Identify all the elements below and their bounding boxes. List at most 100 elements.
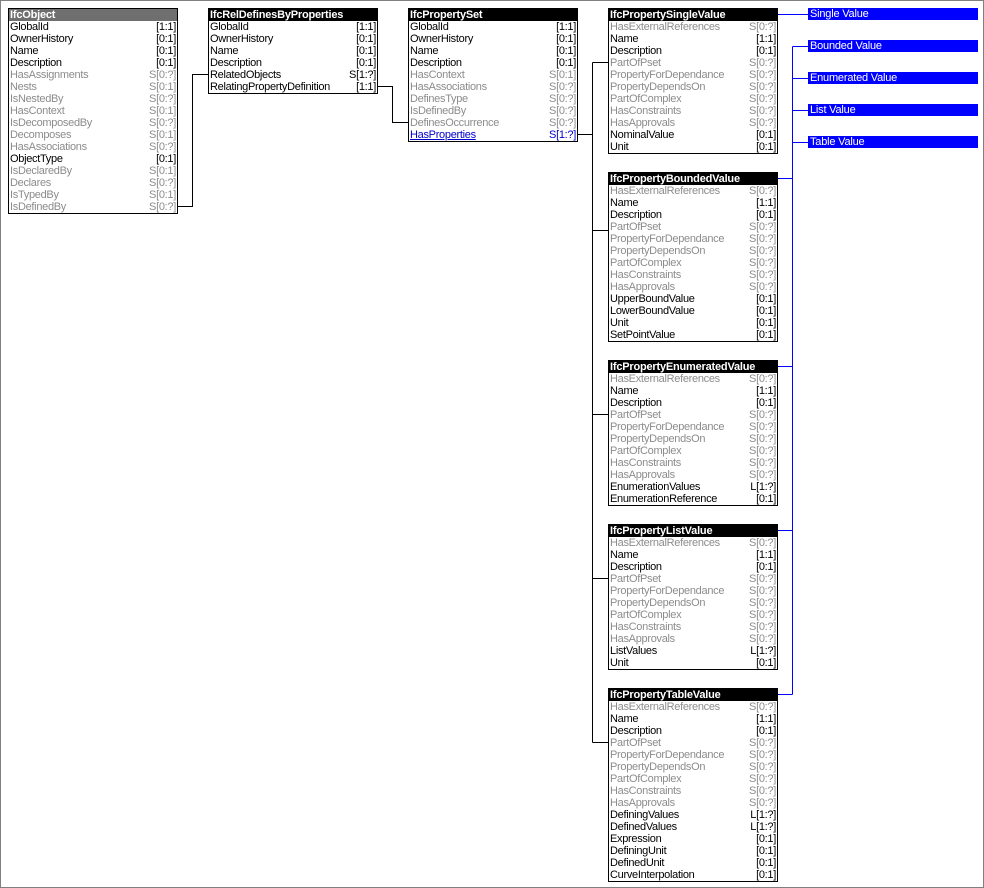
label-table-value[interactable]: Table Value [808, 136, 978, 148]
attribute-row: DefiningUnit [0:1] [609, 845, 777, 857]
attribute-cardinality: [0:1] [156, 33, 176, 45]
attribute-name: Unit [610, 317, 629, 329]
label-single-value[interactable]: Single Value [808, 8, 978, 20]
attribute-name: DefiningUnit [610, 845, 667, 857]
entity-title[interactable]: IfcPropertyListValue [609, 525, 777, 537]
attribute-row: PropertyDependsOn S[0:?] [609, 81, 777, 93]
entity-title[interactable]: IfcPropertyBoundedValue [609, 173, 777, 185]
label-enumerated-value[interactable]: Enumerated Value [808, 72, 978, 84]
attribute-name: PartOfComplex [610, 445, 682, 457]
attribute-row: PropertyDependsOn S[0:?] [609, 433, 777, 445]
attribute-row: Name [1:1] [609, 713, 777, 725]
attribute-cardinality: S[0:?] [749, 433, 776, 445]
attribute-row: OwnerHistory [0:1] [9, 33, 177, 45]
attribute-name: PartOfPset [610, 737, 661, 749]
attribute-row: DefinedUnit [0:1] [609, 857, 777, 869]
attribute-row: PartOfComplex S[0:?] [609, 93, 777, 105]
attribute-cardinality: L[1:?] [750, 645, 776, 657]
entity-title[interactable]: IfcPropertySet [409, 9, 577, 21]
attribute-row: Description [0:1] [409, 57, 577, 69]
attribute-row: PartOfComplex S[0:?] [609, 609, 777, 621]
entity-ifcpropertyset: IfcPropertySet GlobalId [1:1] OwnerHistory [… [408, 8, 578, 142]
attribute-name: IsDecomposedBy [10, 117, 93, 129]
attribute-row: EnumerationValues L[1:?] [609, 481, 777, 493]
attribute-row: LowerBoundValue [0:1] [609, 305, 777, 317]
attribute-cardinality: [0:1] [156, 57, 176, 69]
attribute-cardinality: S[0:?] [749, 81, 776, 93]
attribute-cardinality: S[0:?] [749, 373, 776, 385]
attribute-cardinality: S[0:?] [749, 69, 776, 81]
attribute-name: RelatedObjects [210, 69, 282, 81]
attribute-name: DefinedUnit [610, 857, 665, 869]
attribute-cardinality: S[0:?] [749, 737, 776, 749]
attribute-cardinality: L[1:?] [750, 821, 776, 833]
entity-title[interactable]: IfcObject [9, 9, 177, 21]
label-list-value[interactable]: List Value [808, 104, 978, 116]
entity-title[interactable]: IfcPropertyEnumeratedValue [609, 361, 777, 373]
attribute-cardinality: S[0:?] [149, 141, 176, 153]
attribute-cardinality: S[0:1] [149, 165, 176, 177]
attribute-cardinality: [0:1] [556, 57, 576, 69]
attribute-cardinality: S[0:1] [149, 129, 176, 141]
attribute-row: Name [1:1] [609, 197, 777, 209]
attribute-cardinality: S[0:?] [749, 457, 776, 469]
attribute-row: Description [0:1] [609, 397, 777, 409]
attribute-cardinality: S[0:?] [749, 609, 776, 621]
attribute-cardinality: S[0:?] [749, 785, 776, 797]
attribute-name: GlobalId [210, 21, 249, 33]
attribute-cardinality: S[0:?] [149, 177, 176, 189]
attribute-cardinality: [0:1] [756, 845, 776, 857]
attribute-cardinality: S[0:?] [749, 597, 776, 609]
attribute-cardinality: [0:1] [756, 493, 776, 505]
attribute-row: PropertyForDependance S[0:?] [609, 233, 777, 245]
attribute-name: HasApprovals [610, 469, 675, 481]
attribute-name: DefinedValues [610, 821, 677, 833]
attribute-name: PropertyForDependance [610, 421, 725, 433]
attribute-cardinality: [0:1] [356, 33, 376, 45]
attribute-name: Name [610, 385, 639, 397]
attribute-row: HasConstraints S[0:?] [609, 621, 777, 633]
attribute-cardinality: [0:1] [756, 329, 776, 341]
attribute-row: DefinesOccurrence S[0:?] [409, 117, 577, 129]
attribute-name: Description [610, 45, 662, 57]
attribute-name: HasApprovals [610, 633, 675, 645]
attribute-row: HasApprovals S[0:?] [609, 633, 777, 645]
entity-ifcpropertytablevalue: IfcPropertyTableValue HasExternalReferenc… [608, 688, 778, 882]
attribute-row: HasConstraints S[0:?] [609, 457, 777, 469]
attribute-cardinality: S[0:?] [749, 21, 776, 33]
entity-title[interactable]: IfcPropertySingleValue [609, 9, 777, 21]
label-bounded-value[interactable]: Bounded Value [808, 40, 978, 52]
attribute-row: HasConstraints S[0:?] [609, 785, 777, 797]
attribute-cardinality: S[0:1] [149, 105, 176, 117]
entity-title[interactable]: IfcRelDefinesByProperties [209, 9, 377, 21]
attribute-name: HasConstraints [610, 269, 681, 281]
attribute-name: DefinesOccurrence [410, 117, 500, 129]
attribute-row: Decomposes S[0:1] [9, 129, 177, 141]
attribute-cardinality: [0:1] [156, 45, 176, 57]
attribute-cardinality: [0:1] [756, 397, 776, 409]
attribute-name: OwnerHistory [210, 33, 274, 45]
attribute-name: Name [210, 45, 239, 57]
attribute-name: DefinesType [410, 93, 468, 105]
attribute-row: Description [0:1] [209, 57, 377, 69]
attribute-name: Name [610, 713, 639, 725]
attribute-name: HasExternalReferences [610, 21, 720, 33]
attribute-row: HasApprovals S[0:?] [609, 281, 777, 293]
attribute-cardinality: [0:1] [756, 209, 776, 221]
attribute-name: Nests [10, 81, 37, 93]
attribute-row[interactable]: HasProperties S[1:?] [409, 129, 577, 141]
attribute-cardinality: S[0:?] [749, 245, 776, 257]
entity-ifcobject: IfcObject GlobalId [1:1] OwnerHistory [0:1] N… [8, 8, 178, 214]
attribute-cardinality: S[0:?] [749, 621, 776, 633]
attribute-cardinality: S[0:?] [749, 761, 776, 773]
attribute-row: PropertyDependsOn S[0:?] [609, 597, 777, 609]
attribute-name: HasContext [10, 105, 65, 117]
attribute-row: PropertyDependsOn S[0:?] [609, 761, 777, 773]
attribute-name: RelatingPropertyDefinition [210, 81, 330, 93]
attribute-name: PropertyForDependance [610, 69, 725, 81]
attribute-cardinality: S[0:?] [749, 773, 776, 785]
attribute-name: PropertyDependsOn [610, 597, 706, 609]
entity-title[interactable]: IfcPropertyTableValue [609, 689, 777, 701]
attribute-row: HasConstraints S[0:?] [609, 269, 777, 281]
attribute-cardinality: [1:1] [756, 549, 776, 561]
